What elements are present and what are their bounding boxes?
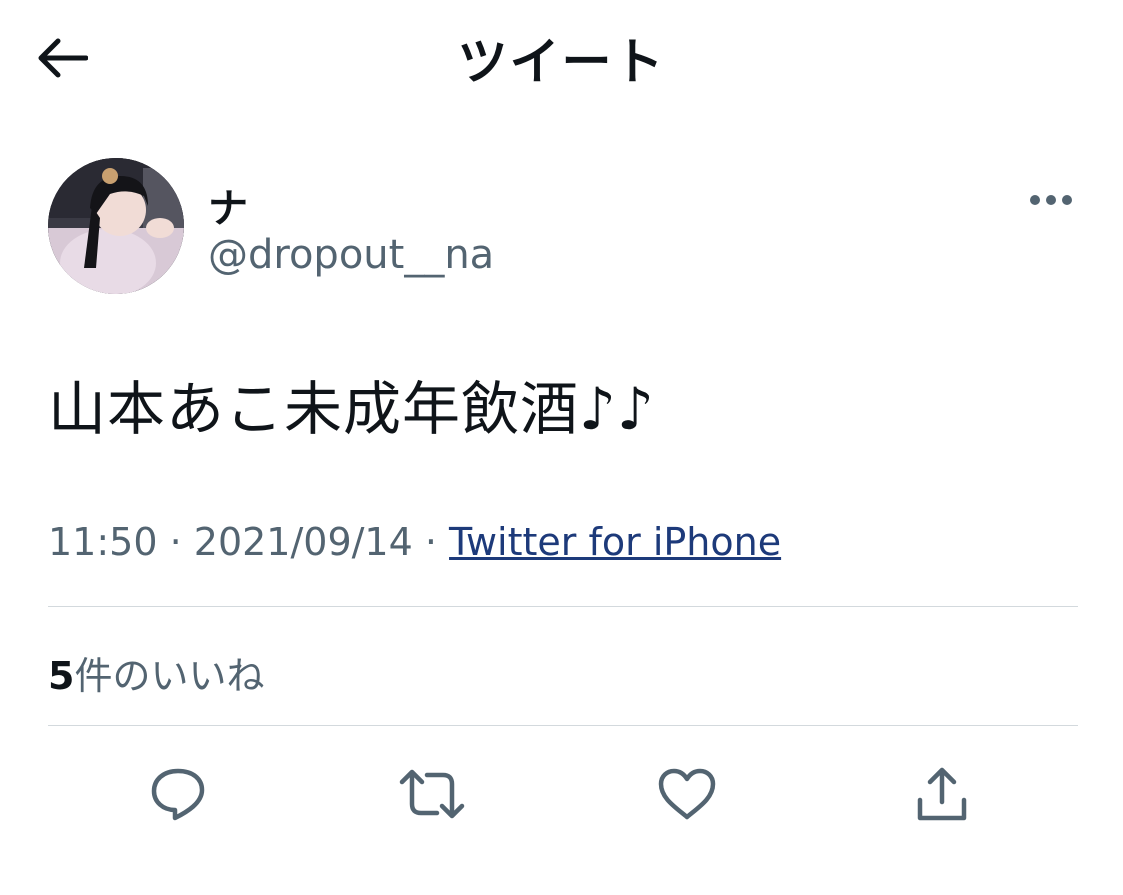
tweet-source-link[interactable]: Twitter for iPhone [449,520,781,564]
tweet-text: 山本あこ未成年飲酒♪♪ [48,375,656,443]
tweet-page: ツイート ナ @dropout__na 山本あこ未成年飲酒♪♪ 11:50 · … [0,0,1123,895]
like-button[interactable] [651,758,723,830]
page-title: ツイート [457,33,666,91]
meta-separator-2: · [412,520,450,564]
more-icon [1030,195,1072,205]
likes-summary[interactable]: 5件のいいね [48,645,264,700]
reply-icon [151,768,205,821]
likes-label: 件のいいね [74,654,265,698]
tweet-time: 11:50 [48,520,158,564]
tweet-date: 2021/09/14 [193,520,413,564]
tweet-metadata: 11:50 · 2021/09/14 · Twitter for iPhone [48,520,781,564]
share-icon [917,767,967,821]
divider-top [48,606,1078,607]
meta-separator: · [157,520,194,564]
more-button[interactable] [1020,178,1082,222]
header: ツイート [0,0,1123,110]
user-handle[interactable]: @dropout__na [208,232,494,278]
likes-count: 5 [48,654,75,698]
display-name[interactable]: ナ [208,176,248,234]
retweet-icon [399,769,465,819]
avatar[interactable] [48,158,184,294]
retweet-button[interactable] [396,758,468,830]
heart-icon [658,768,716,820]
avatar-image [48,158,184,294]
reply-button[interactable] [142,758,214,830]
share-button[interactable] [906,758,978,830]
divider-bottom [48,725,1078,726]
